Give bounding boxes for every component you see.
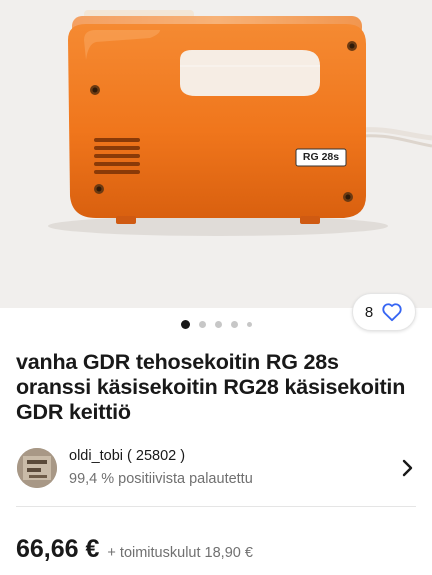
section-divider bbox=[16, 506, 416, 507]
gallery-dot-2[interactable] bbox=[198, 320, 206, 328]
gallery-dot-1[interactable] bbox=[180, 319, 190, 329]
watch-count: 8 bbox=[364, 303, 374, 321]
gallery-pagination bbox=[0, 319, 432, 329]
seller-row[interactable]: oldi_tobi ( 25802 ) 99,4 % positiivista … bbox=[0, 443, 432, 495]
seller-avatar-image bbox=[17, 448, 57, 488]
seller-avatar bbox=[17, 448, 57, 488]
listing-title: vanha GDR tehosekoitin RG 28s oranssi kä… bbox=[16, 350, 406, 424]
product-photo[interactable]: RG 28s bbox=[0, 0, 432, 308]
item-price: 66,66 € bbox=[16, 535, 100, 563]
gallery-dot-3[interactable] bbox=[214, 320, 222, 328]
gallery-dot-4[interactable] bbox=[230, 320, 238, 328]
chevron-right-icon[interactable] bbox=[402, 459, 414, 477]
hand-mixer-image bbox=[0, 0, 432, 308]
gallery-dot-5[interactable] bbox=[246, 321, 252, 327]
seller-feedback: 99,4 % positiivista palautettu bbox=[69, 471, 253, 487]
seller-name[interactable]: oldi_tobi ( 25802 ) bbox=[69, 448, 185, 464]
price-row: 66,66 € + toimituskulut 18,90 € bbox=[16, 535, 253, 569]
product-label-text: RG 28s bbox=[302, 151, 340, 163]
shipping-cost: + toimituskulut 18,90 € bbox=[107, 545, 253, 561]
